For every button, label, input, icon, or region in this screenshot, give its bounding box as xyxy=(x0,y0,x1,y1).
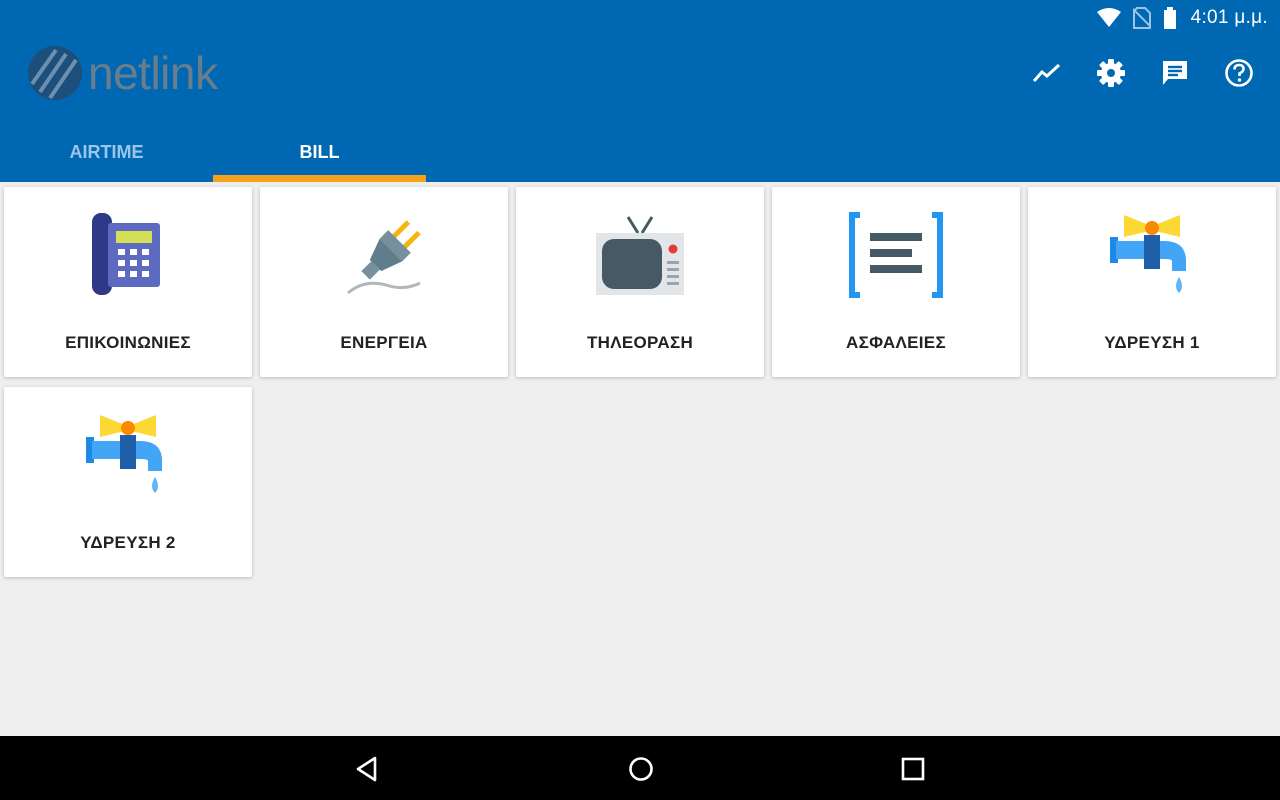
tab-airtime[interactable]: AIRTIME xyxy=(0,122,213,182)
insurance-document-icon xyxy=(849,212,943,298)
category-card-communications[interactable]: ΕΠΙΚΟΙΝΩΝΙΕΣ xyxy=(4,187,252,377)
category-label: ΕΠΙΚΟΙΝΩΝΙΕΣ xyxy=(65,333,191,352)
settings-button[interactable] xyxy=(1096,58,1126,88)
back-triangle-icon xyxy=(356,756,377,782)
netlink-logo: netlink xyxy=(26,42,218,104)
system-navigation-bar xyxy=(0,736,1280,800)
gear-icon xyxy=(1097,59,1125,87)
category-label: ΥΔΡΕΥΣΗ 1 xyxy=(1104,333,1200,352)
telephone-icon xyxy=(92,213,160,295)
help-icon xyxy=(1225,59,1253,87)
toolbar-actions xyxy=(1032,58,1254,88)
category-label: ΑΣΦΑΛΕΙΕΣ xyxy=(846,333,946,352)
category-label: ΥΔΡΕΥΣΗ 2 xyxy=(80,533,176,552)
television-icon xyxy=(596,216,684,295)
status-time: 4:01 μ.μ. xyxy=(1190,7,1268,28)
home-button[interactable] xyxy=(626,754,656,784)
category-card-insurance[interactable]: ΑΣΦΑΛΕΙΕΣ xyxy=(772,187,1020,377)
category-card-energy[interactable]: ΕΝΕΡΓΕΙΑ xyxy=(260,187,508,377)
help-button[interactable] xyxy=(1224,58,1254,88)
status-bar: 4:01 μ.μ. xyxy=(1096,4,1268,32)
power-plug-icon xyxy=(347,220,421,295)
category-label: ΕΝΕΡΓΕΙΑ xyxy=(340,333,428,352)
wifi-icon xyxy=(1096,8,1121,27)
category-card-water-2[interactable]: ΥΔΡΕΥΣΗ 2 xyxy=(4,387,252,577)
no-sim-icon xyxy=(1132,7,1151,29)
tab-bill[interactable]: BILL xyxy=(213,122,426,182)
recents-button[interactable] xyxy=(898,754,928,784)
message-icon xyxy=(1163,61,1187,85)
category-card-television[interactable]: ΤΗΛΕΟΡΑΣΗ xyxy=(516,187,764,377)
water-tap-icon xyxy=(1110,215,1186,293)
category-card-water-1[interactable]: ΥΔΡΕΥΣΗ 1 xyxy=(1028,187,1276,377)
back-button[interactable] xyxy=(353,754,383,784)
messages-button[interactable] xyxy=(1160,58,1190,88)
category-label: ΤΗΛΕΟΡΑΣΗ xyxy=(586,333,694,352)
logo-text: netlink xyxy=(88,47,218,99)
app-bar: 4:01 μ.μ. netlink AIRTIME BILL xyxy=(0,0,1280,182)
trending-up-icon xyxy=(1033,63,1061,82)
statistics-button[interactable] xyxy=(1032,58,1062,88)
netlink-logo-mark xyxy=(28,46,82,100)
water-tap-icon xyxy=(86,415,162,493)
battery-icon xyxy=(1163,7,1176,29)
recents-square-icon xyxy=(901,757,925,781)
home-circle-icon xyxy=(629,757,653,781)
tab-bar: AIRTIME BILL xyxy=(0,122,426,182)
